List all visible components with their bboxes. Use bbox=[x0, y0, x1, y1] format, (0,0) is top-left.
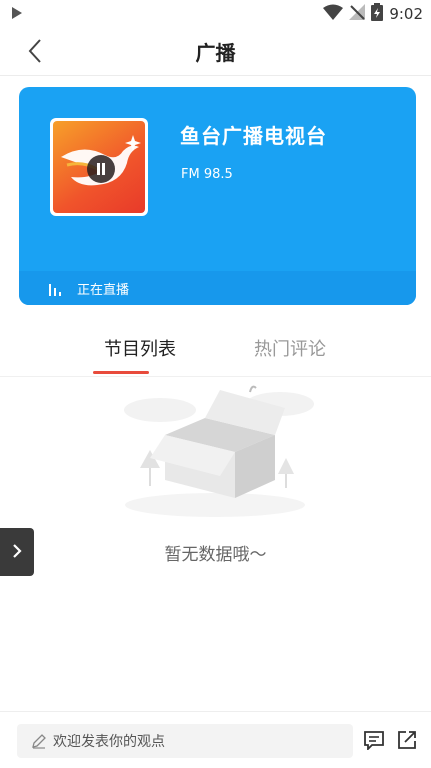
play-indicator-icon bbox=[12, 5, 22, 23]
live-status-bar: 正在直播 bbox=[19, 271, 416, 305]
share-icon bbox=[396, 729, 418, 755]
station-frequency: FM 98.5 bbox=[181, 167, 233, 182]
empty-box-illustration bbox=[110, 380, 320, 520]
station-logo-image bbox=[53, 121, 145, 213]
tab-hot-comments[interactable]: 热门评论 bbox=[254, 335, 326, 361]
active-tab-indicator bbox=[93, 371, 149, 374]
tab-bar: 节目列表 热门评论 bbox=[0, 325, 431, 377]
page-title: 广播 bbox=[195, 41, 236, 65]
station-name: 鱼台广播电视台 bbox=[180, 124, 327, 148]
station-logo bbox=[50, 118, 148, 216]
empty-state-message: 暂无数据哦～ bbox=[164, 545, 267, 565]
bottom-bar: 欢迎发表你的观点 bbox=[0, 711, 431, 768]
header: 广播 bbox=[0, 28, 431, 76]
live-status-label: 正在直播 bbox=[77, 282, 130, 298]
status-icons: 9:02 bbox=[323, 3, 423, 25]
tab-program-list[interactable]: 节目列表 bbox=[104, 335, 176, 361]
share-button[interactable] bbox=[395, 730, 419, 754]
comment-bubble-icon bbox=[363, 730, 385, 754]
chevron-left-icon bbox=[28, 38, 42, 68]
comment-input[interactable]: 欢迎发表你的观点 bbox=[17, 724, 353, 758]
station-card: 鱼台广播电视台 FM 98.5 正在直播 bbox=[19, 87, 416, 305]
status-bar: 9:02 bbox=[0, 0, 431, 28]
chevron-right-icon bbox=[12, 543, 22, 562]
status-time: 9:02 bbox=[389, 5, 423, 23]
pause-button[interactable] bbox=[87, 155, 115, 183]
no-signal-icon bbox=[349, 4, 366, 24]
back-button[interactable] bbox=[20, 38, 50, 68]
pencil-icon bbox=[31, 733, 47, 749]
wifi-icon bbox=[323, 4, 344, 24]
battery-icon bbox=[371, 3, 384, 25]
audio-bars-icon bbox=[49, 280, 63, 296]
pause-icon bbox=[96, 160, 106, 179]
side-expand-button[interactable] bbox=[0, 528, 34, 576]
comment-placeholder: 欢迎发表你的观点 bbox=[53, 734, 165, 750]
comments-button[interactable] bbox=[362, 730, 386, 754]
